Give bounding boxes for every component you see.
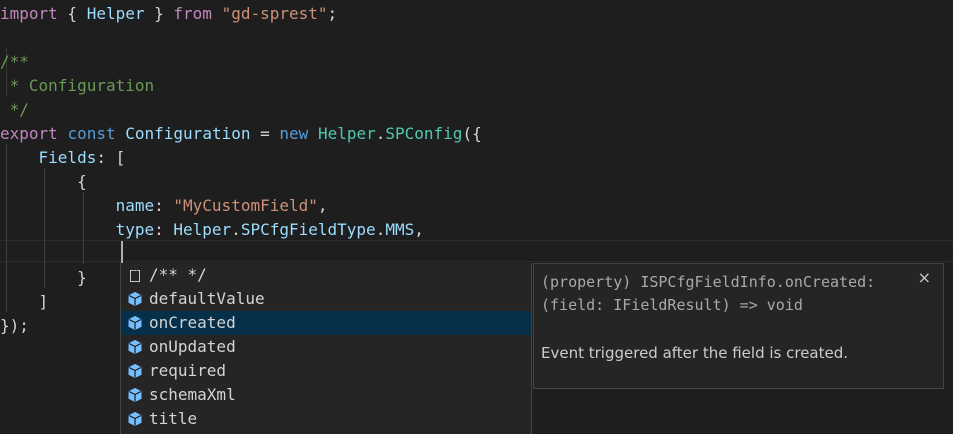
- code-token: :: [154, 196, 174, 215]
- property-icon: [127, 291, 143, 307]
- text-cursor: [121, 241, 123, 263]
- code-token: */: [0, 100, 29, 119]
- code-line: Fields: [: [0, 146, 953, 170]
- suggest-item-label: defaultValue: [149, 289, 265, 308]
- code-token: new: [279, 124, 309, 143]
- snippet-icon: [127, 269, 143, 282]
- property-icon: [127, 315, 143, 331]
- code-token: {: [0, 172, 87, 191]
- documentation-text: Event triggered after the field is creat…: [541, 344, 849, 362]
- code-token: });: [0, 316, 29, 335]
- code-token: Fields: [38, 148, 97, 167]
- code-token: /**: [0, 52, 29, 71]
- code-token: export: [0, 124, 58, 143]
- property-icon: [127, 363, 143, 379]
- code-token: ,: [317, 196, 328, 215]
- code-token: import: [0, 4, 58, 23]
- code-token: ]: [0, 292, 49, 311]
- code-token: {: [57, 4, 87, 23]
- code-token: "MyCustomField": [173, 196, 318, 215]
- code-token: type: [115, 220, 155, 239]
- code-token: SPCfgFieldType: [240, 220, 376, 239]
- suggest-item-label: onCreated: [149, 313, 236, 332]
- suggest-widget[interactable]: /** */ defaultValue onCreated onUpdated requ…: [120, 263, 532, 434]
- code-line: */: [0, 98, 953, 122]
- code-token: .: [231, 220, 241, 239]
- code-line: name: "MyCustomField",: [0, 194, 953, 218]
- signature-text: (property) ISPCfgFieldInfo.onCreated: (f…: [541, 271, 911, 317]
- code-token: Helper: [173, 220, 232, 239]
- suggest-item-title[interactable]: title: [121, 407, 531, 431]
- suggest-item-schemaxml[interactable]: schemaXml: [121, 383, 531, 407]
- code-token: Helper: [86, 4, 145, 23]
- property-icon: [127, 387, 143, 403]
- code-token: Configuration: [125, 124, 251, 143]
- code-token: MMS: [385, 220, 415, 239]
- code-token: }: [144, 4, 174, 23]
- code-token: .: [375, 220, 386, 239]
- code-token: name: [115, 196, 155, 215]
- suggest-item-label: required: [149, 361, 227, 380]
- code-line: /**: [0, 50, 953, 74]
- code-token: : [: [96, 148, 126, 167]
- code-token: Helper: [317, 124, 376, 143]
- suggest-item-onupdated[interactable]: onUpdated: [121, 335, 531, 359]
- suggest-item-oncreated[interactable]: onCreated: [121, 311, 531, 335]
- code-token: ;: [327, 4, 338, 23]
- property-icon: [127, 411, 143, 427]
- suggest-item-label: onUpdated: [149, 337, 236, 356]
- suggest-item-required[interactable]: required: [121, 359, 531, 383]
- code-token: * Configuration: [0, 76, 155, 95]
- code-token: }: [0, 268, 87, 287]
- code-token: =: [250, 124, 280, 143]
- code-token: from: [173, 4, 212, 23]
- close-icon[interactable]: ×: [918, 268, 931, 287]
- suggest-item-label: title: [149, 409, 198, 428]
- code-line: import { Helper } from "gd-sprest";: [0, 2, 953, 26]
- code-token: const: [67, 124, 116, 143]
- property-icon: [127, 339, 143, 355]
- suggest-item-defaultvalue[interactable]: defaultValue: [121, 287, 531, 311]
- suggest-item-label: schemaXml: [149, 385, 236, 404]
- code-line: export const Configuration = new Helper.…: [0, 122, 953, 146]
- signature-line-2: (field: IFieldResult) => void: [541, 296, 803, 314]
- code-token: :: [154, 220, 174, 239]
- code-token: SPConfig: [385, 124, 463, 143]
- code-line: {: [0, 170, 953, 194]
- code-token: "gd-sprest": [221, 4, 328, 23]
- suggest-item-doc-comment[interactable]: /** */: [121, 263, 531, 287]
- suggest-list[interactable]: /** */ defaultValue onCreated onUpdated requ…: [121, 263, 531, 431]
- code-token: .: [375, 124, 386, 143]
- code-line: type: Helper.SPCfgFieldType.MMS,: [0, 218, 953, 242]
- signature-line-1: (property) ISPCfgFieldInfo.onCreated:: [541, 273, 876, 291]
- code-token: ({: [462, 124, 482, 143]
- code-line: * Configuration: [0, 74, 953, 98]
- code-token: ,: [414, 220, 424, 239]
- suggest-details-panel: (property) ISPCfgFieldInfo.onCreated: (f…: [533, 263, 944, 389]
- suggest-item-label: /** */: [149, 265, 207, 284]
